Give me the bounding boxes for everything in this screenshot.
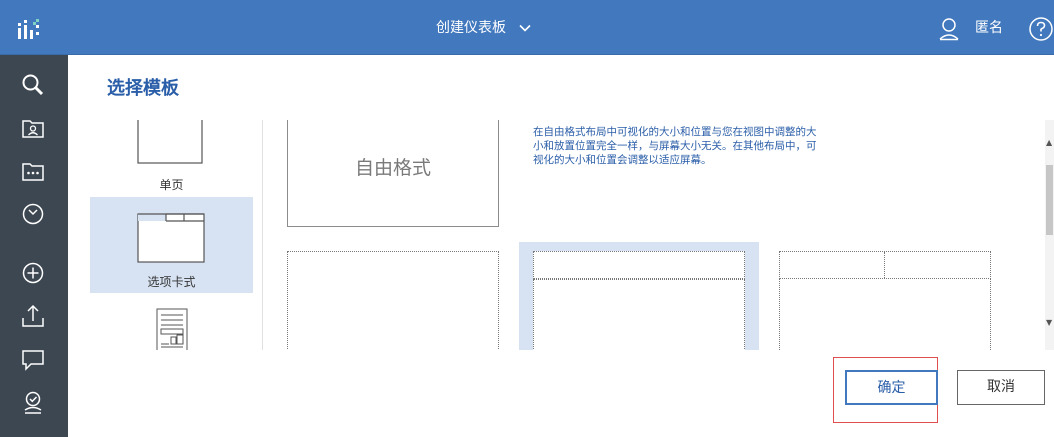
chevron-down-icon[interactable] xyxy=(518,21,532,35)
layout-type-list: 单页 选项卡式 xyxy=(88,120,263,350)
dashboard-title[interactable]: 创建仪表板 xyxy=(436,19,506,37)
template-two-body-region[interactable] xyxy=(779,278,991,350)
help-icon[interactable] xyxy=(1028,16,1054,42)
template-grid: 自由格式 在自由格式布局中可视化的大小和位置与您在视图中调整的大小和放置位置完全… xyxy=(263,120,1045,350)
infographic-layout-icon xyxy=(156,308,188,350)
template-divider xyxy=(884,252,885,278)
recent-icon[interactable] xyxy=(20,201,46,227)
left-nav-rail xyxy=(0,55,68,437)
single-page-layout-icon xyxy=(137,120,203,164)
upload-icon[interactable] xyxy=(20,303,46,329)
user-icon[interactable] xyxy=(938,17,960,41)
layout-label-tabbed: 选项卡式 xyxy=(147,275,196,289)
template-free-format[interactable]: 自由格式 xyxy=(287,120,499,227)
team-content-icon[interactable] xyxy=(20,158,46,184)
user-name[interactable]: 匿名 xyxy=(975,19,1003,37)
manage-icon[interactable] xyxy=(20,390,46,416)
template-two-header-region[interactable] xyxy=(779,251,991,279)
template-scrollbar[interactable]: ▲ ▼ xyxy=(1045,120,1054,350)
app-logo-icon[interactable] xyxy=(16,17,42,41)
layout-option-infographic[interactable] xyxy=(90,302,253,350)
layout-label-single-page: 单页 xyxy=(159,178,184,192)
scroll-up-icon[interactable]: ▲ xyxy=(1046,138,1052,147)
tabbed-layout-icon xyxy=(137,213,205,263)
free-format-label: 自由格式 xyxy=(354,157,431,179)
new-icon[interactable] xyxy=(20,260,46,286)
template-header-region xyxy=(533,251,745,279)
scroll-down-icon[interactable]: ▼ xyxy=(1046,318,1052,327)
free-format-description: 在自由格式布局中可视化的大小和位置与您在视图中调整的大小和放置位置完全一样，与屏… xyxy=(533,126,817,166)
layout-option-single-page[interactable]: 单页 xyxy=(90,120,253,196)
layout-option-tabbed[interactable]: 选项卡式 xyxy=(90,197,253,293)
search-icon[interactable] xyxy=(20,72,46,98)
template-body-region xyxy=(533,279,745,350)
template-header-body-selected[interactable] xyxy=(519,242,759,350)
scroll-thumb[interactable] xyxy=(1046,165,1053,235)
my-content-icon[interactable] xyxy=(20,115,46,141)
cancel-button[interactable]: 取消 xyxy=(957,370,1045,405)
confirm-button[interactable]: 确定 xyxy=(845,370,938,405)
app-window: 创建仪表板 匿名 选择模板 单页 选项卡式 自由格式 在自由格式布局中可视化的大… xyxy=(0,0,1054,437)
chat-icon[interactable] xyxy=(20,347,46,373)
top-bar: 创建仪表板 匿名 xyxy=(0,0,1054,55)
page-title: 选择模板 xyxy=(107,78,179,99)
template-single-panel[interactable] xyxy=(287,251,499,350)
